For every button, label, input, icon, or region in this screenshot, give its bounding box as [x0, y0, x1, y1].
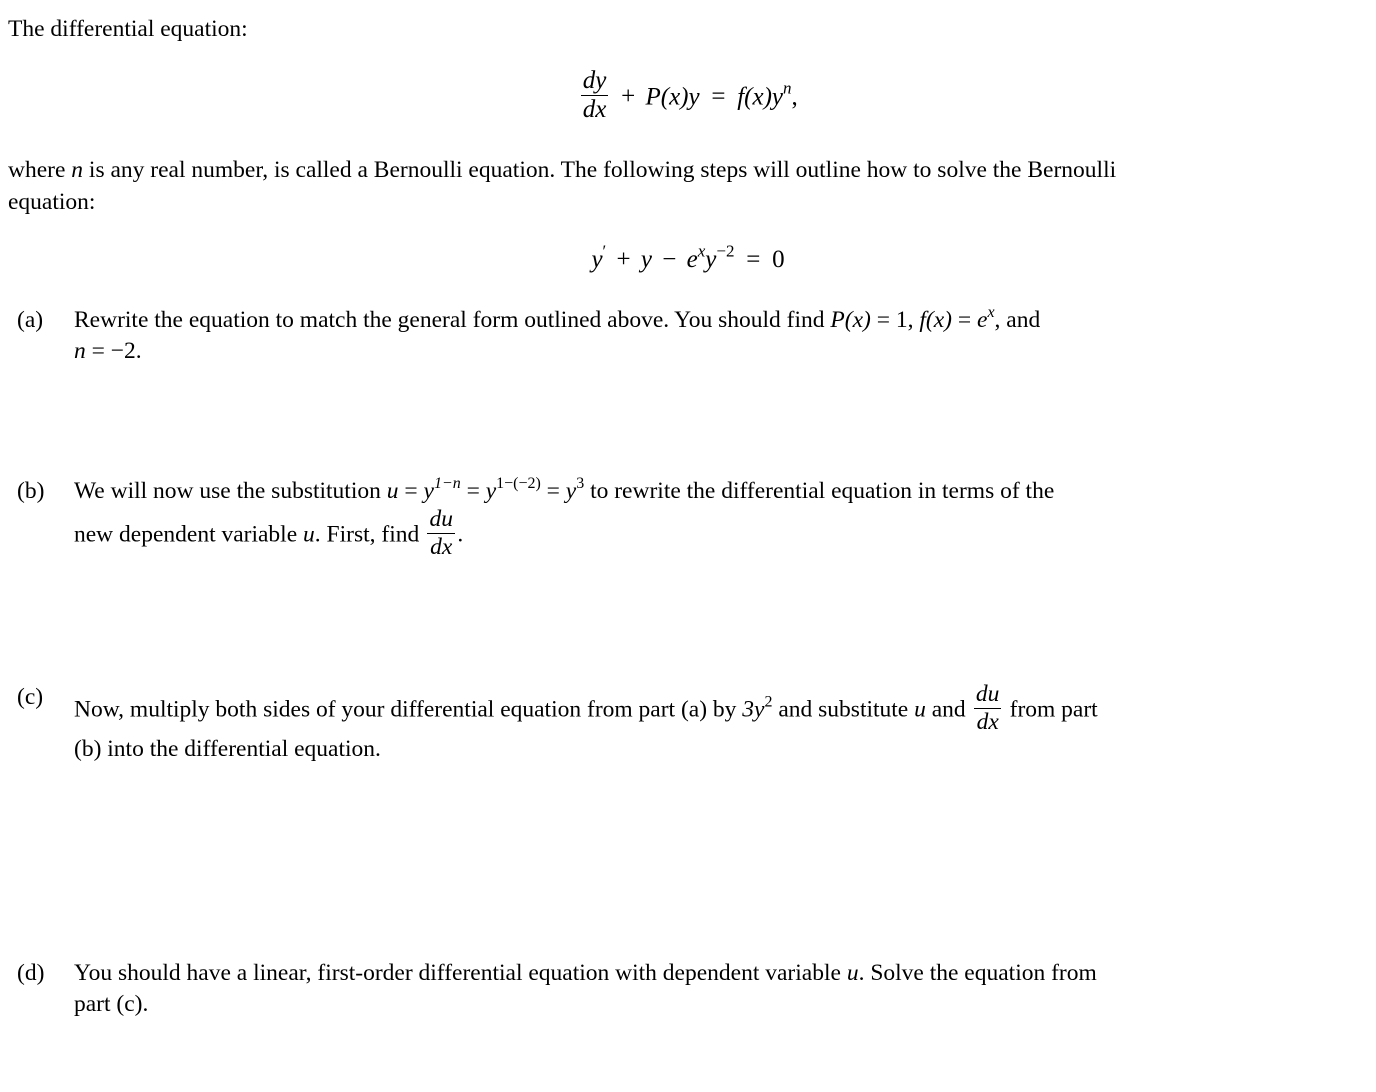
problem-equation: y′ + y − exy−2 = 0: [0, 241, 1376, 276]
exponential-e: e: [686, 246, 698, 273]
equation-colon-text: equation:: [8, 189, 96, 215]
item-b-line-1: We will now use the substitution u = y1−…: [74, 476, 1367, 507]
item-b-period: .: [457, 521, 464, 548]
list-item-c: (c) Now, multiply both sides of your dif…: [17, 682, 1367, 766]
p-of-x-times-y: P(x)y: [645, 83, 700, 111]
where-text: where: [8, 157, 66, 183]
item-c-line-2: (b) into the differential equation.: [74, 734, 1367, 765]
fraction-denominator: dx: [580, 95, 609, 124]
item-d-text-pre: You should have a linear, first-order di…: [74, 960, 847, 986]
f-of-x-equals: =: [951, 307, 977, 333]
dy-dx-fraction: dy dx: [580, 67, 609, 124]
exponential-e: e: [977, 307, 988, 333]
variable-u-2: u: [303, 521, 315, 548]
item-a-text-pre: Rewrite the equation to match the genera…: [74, 307, 831, 333]
item-d-line-2: part (c).: [74, 989, 1367, 1020]
f-of-x-symbol: f(x): [919, 307, 952, 333]
equation-comma: ,: [791, 83, 798, 111]
item-b-line2-mid: . First, find: [314, 521, 426, 548]
general-bernoulli-equation: dy dx + P(x)y = f(x)yn,: [0, 67, 1376, 124]
item-a-text-post: , and: [994, 307, 1041, 333]
item-c-text-pre: Now, multiply both sides of your differe…: [74, 696, 743, 723]
y-base-1: y: [423, 478, 434, 504]
intro-body-line2: equation:: [8, 187, 95, 218]
du-dx-fraction: du dx: [427, 507, 455, 559]
exponent-one-minus-neg-two: 1−(−2): [496, 475, 541, 493]
item-b-line-2: new dependent variable u. First, find du…: [74, 507, 1367, 559]
fraction-numerator: dy: [582, 67, 607, 94]
p-of-x-value: = 1,: [870, 307, 920, 333]
document-page: The differential equation: dy dx + P(x)y…: [0, 0, 1376, 1092]
item-d-line2-text: part (c).: [74, 991, 149, 1018]
item-b-line2-pre: new dependent variable: [74, 521, 304, 548]
item-body-a: Rewrite the equation to match the genera…: [74, 305, 1367, 368]
item-a-line-2: n = −2.: [74, 336, 1367, 367]
list-item-d: (d) You should have a linear, first-orde…: [17, 958, 1367, 1021]
item-c-text-mid2: and: [925, 696, 972, 723]
intro-body-line1: where n is any real number, is called a …: [8, 155, 1376, 186]
item-body-c: Now, multiply both sides of your differe…: [74, 682, 1367, 766]
p-of-x-symbol: P(x): [830, 307, 871, 333]
plus-operator: +: [616, 246, 631, 273]
fraction-denominator: dx: [427, 532, 455, 560]
n-value: = −2.: [85, 338, 142, 365]
coefficient-3y: 3y: [742, 696, 765, 723]
zero-value: 0: [772, 246, 785, 273]
item-b-text-post: to rewrite the differential equation in …: [584, 478, 1055, 504]
item-c-text-mid: and substitute: [772, 696, 915, 723]
exponent-three: 3: [576, 475, 585, 493]
item-label-b: (b): [17, 478, 45, 504]
exponent-minus-two: −2: [716, 241, 735, 261]
item-d-text-post: . Solve the equation from: [858, 960, 1097, 986]
list-item-a: (a) Rewrite the equation to match the ge…: [17, 305, 1367, 368]
equals-operator: =: [746, 246, 761, 273]
list-item-b: (b) We will now use the substitution u =…: [17, 476, 1367, 560]
item-b-text-pre: We will now use the substitution: [74, 478, 387, 504]
fraction-numerator: du: [975, 681, 1000, 707]
variable-u: u: [846, 960, 859, 986]
equals-3: =: [540, 478, 566, 504]
bernoulli-description: is any real number, is called a Bernoull…: [88, 157, 1117, 183]
minus-operator: −: [662, 246, 677, 273]
variable-n: n: [74, 338, 86, 365]
item-d-line-1: You should have a linear, first-order di…: [74, 958, 1367, 989]
item-label-a: (a): [17, 307, 44, 333]
item-a-line-1: Rewrite the equation to match the genera…: [74, 305, 1367, 336]
equals-operator: =: [711, 83, 726, 111]
item-label-c: (c): [17, 684, 44, 710]
f-of-x-times-y: f(x)y: [737, 83, 783, 111]
du-dx-fraction: du dx: [973, 681, 1002, 735]
item-c-line2-text: (b) into the differential equation.: [74, 736, 381, 763]
exponent-n: n: [783, 78, 792, 98]
variable-n: n: [71, 157, 84, 183]
item-body-b: We will now use the substitution u = y1−…: [74, 476, 1367, 560]
equals-2: =: [460, 478, 486, 504]
equals-1: =: [398, 478, 424, 504]
item-label-d: (d): [17, 960, 45, 986]
fraction-numerator: du: [429, 506, 453, 533]
y-term: y: [640, 246, 652, 273]
exponent-one-minus-n: 1−n: [433, 475, 461, 493]
variable-u: u: [386, 478, 399, 504]
y-base-3: y: [565, 478, 577, 504]
y-base-2: y: [485, 478, 497, 504]
item-c-line-1: Now, multiply both sides of your differe…: [74, 682, 1367, 734]
variable-u: u: [914, 696, 926, 723]
fraction-denominator: dx: [973, 707, 1002, 735]
intro-lead: The differential equation:: [8, 14, 248, 45]
y-power-term: y: [705, 246, 717, 273]
y-prime: y: [591, 246, 603, 273]
plus-operator: +: [621, 83, 636, 111]
item-c-text-post: from part: [1003, 696, 1098, 723]
intro-lead-text: The differential equation:: [8, 16, 248, 42]
item-body-d: You should have a linear, first-order di…: [74, 958, 1367, 1021]
prime-mark: ′: [602, 241, 607, 261]
exponent-x: x: [987, 304, 995, 322]
